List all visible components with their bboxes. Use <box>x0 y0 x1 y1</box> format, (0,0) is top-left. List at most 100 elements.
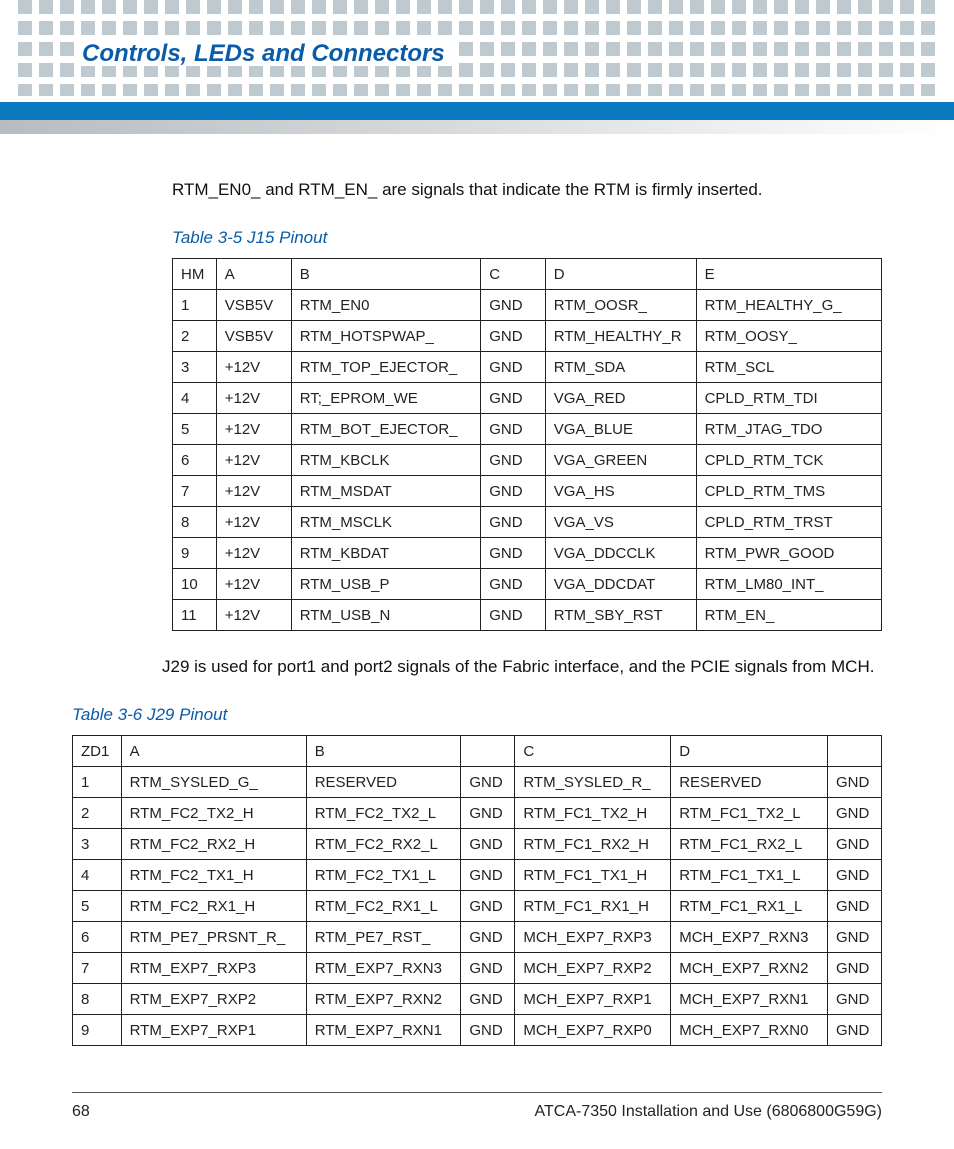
table-cell: RTM_FC2_RX1_L <box>306 891 461 922</box>
table-cell: GND <box>827 829 881 860</box>
section-title: Controls, LEDs and Connectors <box>78 42 459 66</box>
table-cell: RTM_FC1_TX1_H <box>515 860 671 891</box>
table-cell: +12V <box>216 600 291 631</box>
table-cell: MCH_EXP7_RXN2 <box>671 953 828 984</box>
table-cell: RESERVED <box>306 767 461 798</box>
table-cell: GND <box>481 414 546 445</box>
table-cell: GND <box>827 984 881 1015</box>
table-cell: 8 <box>73 984 122 1015</box>
table-cell: VSB5V <box>216 290 291 321</box>
table-header-cell: A <box>121 736 306 767</box>
table-cell: RTM_SCL <box>696 352 881 383</box>
table-cell: RTM_FC2_RX2_L <box>306 829 461 860</box>
table-cell: RTM_FC1_TX2_H <box>515 798 671 829</box>
table-cell: RTM_JTAG_TDO <box>696 414 881 445</box>
table-cell: RTM_FC2_RX2_H <box>121 829 306 860</box>
table-row: 4RTM_FC2_TX1_HRTM_FC2_TX1_LGNDRTM_FC1_TX… <box>73 860 882 891</box>
table-header-row: ZD1ABCD <box>73 736 882 767</box>
table-cell: RT;_EPROM_WE <box>291 383 481 414</box>
table-cell: +12V <box>216 507 291 538</box>
table-cell: GND <box>481 538 546 569</box>
table-cell: RTM_MSCLK <box>291 507 481 538</box>
table-cell: RTM_HEALTHY_R <box>545 321 696 352</box>
table-j29-pinout: ZD1ABCD 1RTM_SYSLED_G_RESERVEDGNDRTM_SYS… <box>72 735 882 1046</box>
table-cell: 3 <box>73 829 122 860</box>
table-cell: GND <box>827 891 881 922</box>
table-header-cell: E <box>696 259 881 290</box>
table-cell: RTM_OOSR_ <box>545 290 696 321</box>
table-cell: 6 <box>173 445 217 476</box>
table-cell: RTM_HOTSPWAP_ <box>291 321 481 352</box>
table-cell: VGA_BLUE <box>545 414 696 445</box>
table-cell: 7 <box>73 953 122 984</box>
table-cell: MCH_EXP7_RXP3 <box>515 922 671 953</box>
table-cell: 5 <box>73 891 122 922</box>
table-cell: 7 <box>173 476 217 507</box>
table-cell: GND <box>827 860 881 891</box>
table-cell: RTM_FC1_RX2_L <box>671 829 828 860</box>
table-cell: RTM_KBCLK <box>291 445 481 476</box>
table-cell: GND <box>461 891 515 922</box>
table-cell: RTM_FC1_RX1_H <box>515 891 671 922</box>
table-header-cell: HM <box>173 259 217 290</box>
table-cell: +12V <box>216 445 291 476</box>
table-cell: GND <box>481 290 546 321</box>
table-header-cell: B <box>291 259 481 290</box>
table-cell: RTM_FC2_TX1_L <box>306 860 461 891</box>
table-cell: RTM_USB_N <box>291 600 481 631</box>
table-row: 5RTM_FC2_RX1_HRTM_FC2_RX1_LGNDRTM_FC1_RX… <box>73 891 882 922</box>
table-header-cell: ZD1 <box>73 736 122 767</box>
table-cell: RTM_PWR_GOOD <box>696 538 881 569</box>
table-cell: RTM_EXP7_RXP2 <box>121 984 306 1015</box>
table-row: 9+12VRTM_KBDATGNDVGA_DDCCLKRTM_PWR_GOOD <box>173 538 882 569</box>
table-cell: +12V <box>216 414 291 445</box>
table-cell: RTM_FC2_TX2_L <box>306 798 461 829</box>
table-cell: GND <box>481 600 546 631</box>
table-cell: RTM_EXP7_RXN2 <box>306 984 461 1015</box>
table-cell: +12V <box>216 383 291 414</box>
table-row: 8RTM_EXP7_RXP2RTM_EXP7_RXN2 GND MCH_EXP7_R… <box>73 984 882 1015</box>
table-cell: 3 <box>173 352 217 383</box>
table-2-wrap: ZD1ABCD 1RTM_SYSLED_G_RESERVEDGNDRTM_SYS… <box>72 735 882 1046</box>
table-cell: GND <box>827 953 881 984</box>
table-cell: VGA_GREEN <box>545 445 696 476</box>
table-row: 11+12VRTM_USB_NGNDRTM_SBY_RSTRTM_EN_ <box>173 600 882 631</box>
table-cell: GND <box>481 352 546 383</box>
table-cell: VGA_VS <box>545 507 696 538</box>
table-cell: GND <box>461 767 515 798</box>
table-cell: RTM_USB_P <box>291 569 481 600</box>
table-cell: RTM_FC1_RX2_H <box>515 829 671 860</box>
table-header-cell <box>827 736 881 767</box>
table-header-cell: D <box>671 736 828 767</box>
table-cell: RESERVED <box>671 767 828 798</box>
table-cell: GND <box>481 383 546 414</box>
table-cell: VGA_DDCCLK <box>545 538 696 569</box>
table-cell: RTM_EN0 <box>291 290 481 321</box>
table-cell: MCH_EXP7_RXN3 <box>671 922 828 953</box>
table-cell: RTM_SYSLED_G_ <box>121 767 306 798</box>
table-cell: 4 <box>73 860 122 891</box>
table-cell: RTM_LM80_INT_ <box>696 569 881 600</box>
table-cell: 10 <box>173 569 217 600</box>
table-cell: 9 <box>173 538 217 569</box>
table-row: 6RTM_PE7_PRSNT_R_RTM_PE7_RST_GNDMCH_EXP7… <box>73 922 882 953</box>
table-cell: RTM_FC2_TX1_H <box>121 860 306 891</box>
table-cell: 5 <box>173 414 217 445</box>
table-row: 7RTM_EXP7_RXP3RTM_EXP7_RXN3GNDMCH_EXP7_R… <box>73 953 882 984</box>
table-cell: RTM_KBDAT <box>291 538 481 569</box>
table-row: 2RTM_FC2_TX2_HRTM_FC2_TX2_LGNDRTM_FC1_TX… <box>73 798 882 829</box>
table-row: 3+12VRTM_TOP_EJECTOR_GNDRTM_SDARTM_SCL <box>173 352 882 383</box>
table-cell: GND <box>461 860 515 891</box>
table-cell: 8 <box>173 507 217 538</box>
table-row: 1VSB5VRTM_EN0GNDRTM_OOSR_RTM_HEALTHY_G_ <box>173 290 882 321</box>
table-row: 10+12VRTM_USB_PGNDVGA_DDCDATRTM_LM80_INT… <box>173 569 882 600</box>
table-cell: RTM_EN_ <box>696 600 881 631</box>
table-cell: RTM_EXP7_RXN3 <box>306 953 461 984</box>
table-cell: GND <box>827 922 881 953</box>
table-cell: RTM_EXP7_RXP1 <box>121 1015 306 1046</box>
table-cell: MCH_EXP7_RXP1 <box>515 984 671 1015</box>
table-cell: GND <box>827 767 881 798</box>
table-header-cell: C <box>515 736 671 767</box>
table-cell: CPLD_RTM_TRST <box>696 507 881 538</box>
table-cell: RTM_FC2_RX1_H <box>121 891 306 922</box>
